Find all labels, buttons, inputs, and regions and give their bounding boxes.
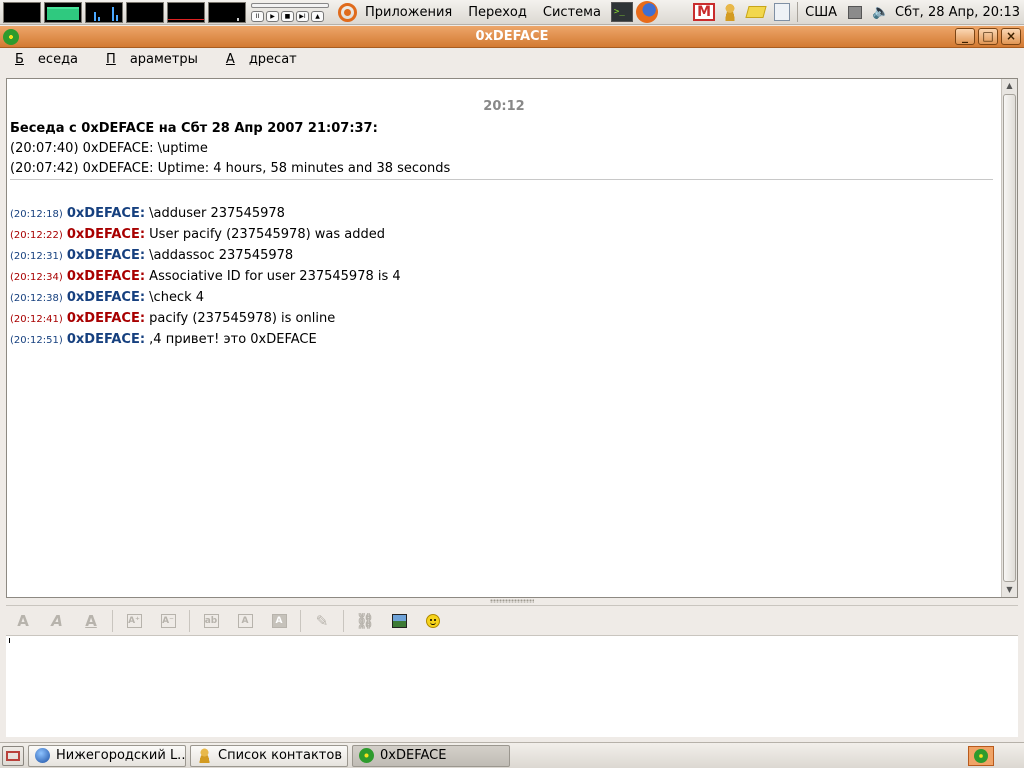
previous-log: Беседа с 0xDEFACE на Сбт 28 Апр 2007 21:… (10, 119, 450, 179)
folder-icon[interactable] (745, 2, 767, 22)
terminal-launcher-icon[interactable]: >_ (610, 2, 633, 22)
background-color-icon[interactable]: A (266, 609, 292, 633)
chat-history[interactable]: 20:12 Беседа с 0xDEFACE на Сбт 28 Апр 20… (6, 78, 1018, 598)
menubar: Беседа Параметры Адресат (0, 48, 1024, 71)
bottom-panel: Нижегородский L... Список контактов 0xDE… (0, 742, 1024, 768)
ubuntu-logo-icon (338, 2, 357, 22)
clear-formatting-icon[interactable]: ✎ (309, 609, 335, 633)
pause-icon[interactable]: II (251, 10, 264, 22)
menu-options[interactable]: Параметры (92, 48, 212, 71)
message: (20:12:22) 0xDEFACE: User pacify (237545… (10, 227, 386, 242)
tray-flower-icon[interactable] (968, 745, 994, 766)
document-icon[interactable] (771, 2, 793, 22)
message: (20:12:51) 0xDEFACE: ,4 привет! это 0xDE… (10, 332, 317, 347)
foreground-color-icon[interactable]: A (232, 609, 258, 633)
memory-monitor-applet[interactable] (44, 1, 82, 23)
log-line: (20:07:40) 0xDEFACE: \uptime (10, 141, 208, 156)
font-face-icon[interactable]: ab (198, 609, 224, 633)
clock[interactable]: Сбт, 28 Апр, 20:13 (892, 0, 1024, 25)
message-input[interactable] (6, 635, 1018, 737)
firefox-launcher-icon[interactable] (635, 1, 658, 23)
log-header: Беседа с 0xDEFACE на Сбт 28 Апр 2007 21:… (10, 121, 378, 136)
message: (20:12:38) 0xDEFACE: \check 4 (10, 290, 205, 305)
window-title-bar[interactable]: 0xDEFACE _ □ × (0, 26, 1024, 48)
eject-icon[interactable]: ▲ (311, 10, 324, 22)
swap-monitor-applet[interactable] (126, 1, 164, 23)
task-contact-list[interactable]: Список контактов (190, 744, 348, 767)
close-button[interactable]: × (1001, 28, 1021, 45)
underline-icon[interactable]: A (78, 609, 104, 633)
scroll-up-icon[interactable]: ▲ (1003, 79, 1016, 93)
load-monitor-applet[interactable] (167, 1, 205, 23)
task-browser[interactable]: Нижегородский L... (28, 744, 186, 767)
format-toolbar: A A A A⁺ A⁻ ab A A ✎ ⛓ (6, 605, 1018, 635)
menu-system[interactable]: Система (535, 0, 609, 25)
menu-conversation[interactable]: Беседа (1, 48, 92, 71)
message: (20:12:18) 0xDEFACE: \adduser 237545978 (10, 206, 285, 221)
scrollbar-thumb[interactable] (1003, 94, 1016, 582)
toolbar-separator (343, 609, 344, 632)
stop-icon[interactable]: ■ (281, 10, 294, 22)
toolbar-separator (189, 609, 190, 632)
log-line: (20:07:42) 0xDEFACE: Uptime: 4 hours, 58… (10, 161, 451, 176)
play-icon[interactable]: ▶ (266, 10, 279, 22)
scroll-down-icon[interactable]: ▼ (1003, 583, 1016, 597)
icq-person-icon[interactable] (719, 2, 741, 22)
message: (20:12:34) 0xDEFACE: Associative ID for … (10, 269, 401, 284)
maximize-button[interactable]: □ (978, 28, 998, 45)
menu-applications[interactable]: Приложения (357, 0, 460, 25)
message: (20:12:31) 0xDEFACE: \addassoc 237545978 (10, 248, 294, 263)
bold-icon[interactable]: A (10, 609, 36, 633)
message: (20:12:41) 0xDEFACE: pacify (237545978) … (10, 311, 336, 326)
italic-icon[interactable]: A (44, 609, 70, 633)
keyboard-layout-indicator[interactable]: США (802, 0, 840, 25)
log-divider (10, 179, 993, 180)
minimize-button[interactable]: _ (955, 28, 975, 45)
menu-places[interactable]: Переход (460, 0, 535, 25)
media-progress-bar[interactable] (251, 2, 329, 8)
history-scrollbar[interactable]: ▲ ▼ (1001, 79, 1017, 597)
task-chat-window[interactable]: 0xDEFACE (352, 744, 510, 767)
smiley-icon[interactable] (420, 609, 446, 633)
font-smaller-icon[interactable]: A⁻ (155, 609, 181, 633)
pane-resize-handle[interactable] (490, 599, 534, 603)
show-desktop-icon[interactable] (2, 745, 24, 766)
flower-icon (359, 748, 374, 763)
volume-speaker-icon[interactable]: 🔈 (870, 2, 892, 22)
cpu-monitor-applet[interactable] (3, 1, 41, 23)
next-icon[interactable]: ▶I (296, 10, 309, 22)
window-title: 0xDEFACE (475, 29, 549, 44)
panel-separator (797, 2, 799, 22)
text-caret (9, 638, 10, 643)
network-computer-icon[interactable] (844, 2, 866, 22)
media-player-applet[interactable]: II ▶ ■ ▶I ▲ (251, 2, 329, 23)
menu-buddy[interactable]: Адресат (212, 48, 311, 71)
font-larger-icon[interactable]: A⁺ (121, 609, 147, 633)
time-marker: 20:12 (483, 99, 525, 114)
insert-link-icon[interactable]: ⛓ (352, 609, 378, 633)
toolbar-separator (300, 609, 301, 632)
toolbar-separator (112, 609, 113, 632)
insert-image-icon[interactable] (386, 609, 412, 633)
disk-monitor-applet[interactable] (208, 1, 246, 23)
top-panel: II ▶ ■ ▶I ▲ Приложения Переход Система >… (0, 0, 1024, 25)
gmail-notifier-icon[interactable]: M (693, 3, 716, 21)
network-monitor-applet[interactable] (85, 1, 123, 23)
message-list: (20:12:18) 0xDEFACE: \adduser 237545978 … (10, 204, 401, 351)
person-icon (197, 748, 212, 763)
globe-icon (35, 748, 50, 763)
